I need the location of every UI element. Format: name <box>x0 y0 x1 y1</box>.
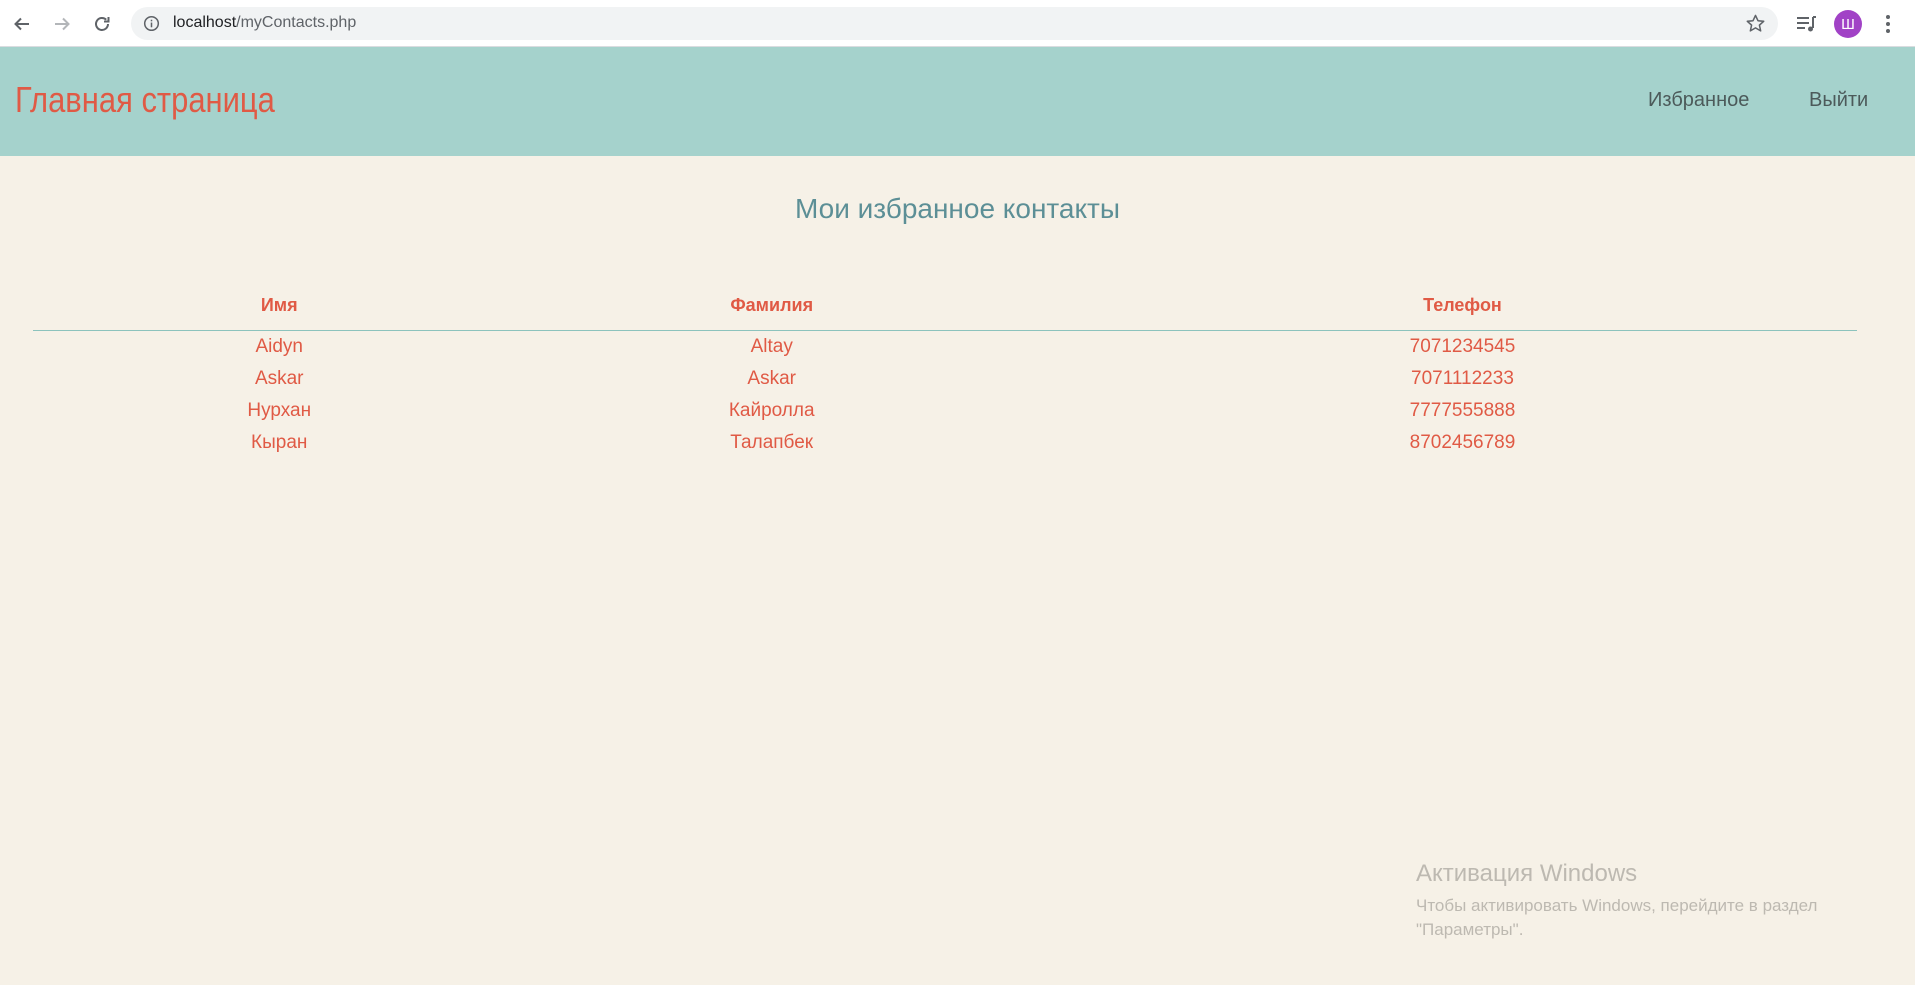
url-host: localhost <box>173 14 237 31</box>
cell-phone: 7071234545 <box>1409 336 1516 357</box>
url-text[interactable]: localhost/myContacts.php <box>173 14 356 32</box>
cell-first-name: Нурхан <box>247 400 312 421</box>
cell-phone: 7777555888 <box>1409 400 1516 421</box>
watermark-title: Активация Windows <box>1416 860 1638 887</box>
back-button[interactable] <box>8 10 36 38</box>
nav-favorites-link[interactable]: Избранное <box>1648 89 1749 112</box>
windows-activation-watermark: Активация Windows Чтобы активировать Win… <box>1416 860 1856 942</box>
reload-icon <box>95 17 110 31</box>
cell-last-name: Кайролла <box>728 400 815 421</box>
nav-logout-link[interactable]: Выйти <box>1809 89 1868 112</box>
column-header-first-name: Имя <box>33 295 526 331</box>
cell-first-name: Кыран <box>251 432 308 453</box>
reload-button[interactable] <box>88 10 116 38</box>
cell-last-name: Askar <box>747 368 796 389</box>
browser-toolbar: localhost/myContacts.php Ш <box>0 0 1915 47</box>
star-icon[interactable] <box>1745 13 1766 34</box>
site-header: Главная страница Избранное Выйти <box>0 47 1915 156</box>
cell-phone: 8702456789 <box>1409 432 1516 453</box>
cell-phone: 7071112233 <box>1411 368 1514 389</box>
table-row: Aidyn Altay 7071234545 <box>33 331 1857 364</box>
forward-button[interactable] <box>48 10 76 38</box>
table-row: Нурхан Кайролла 7777555888 <box>33 395 1857 427</box>
contacts-table: Имя Фамилия Телефон Aidyn Altay 70712345… <box>33 295 1857 459</box>
address-bar[interactable]: localhost/myContacts.php <box>131 7 1778 40</box>
kebab-menu-icon[interactable] <box>1876 12 1900 36</box>
watermark-text: Чтобы активировать Windows, перейдите в … <box>1416 896 1818 939</box>
arrow-left-icon <box>14 17 29 31</box>
column-header-phone: Телефон <box>1017 295 1857 331</box>
cell-last-name: Altay <box>750 336 793 357</box>
info-icon[interactable] <box>143 15 160 32</box>
media-control-icon[interactable] <box>1794 12 1818 36</box>
arrow-right-icon <box>55 17 70 31</box>
cell-first-name: Aidyn <box>255 336 303 357</box>
table-row: Кыран Талапбек 8702456789 <box>33 427 1857 459</box>
cell-last-name: Талапбек <box>730 432 814 453</box>
profile-avatar[interactable]: Ш <box>1834 10 1862 38</box>
url-path: /myContacts.php <box>236 14 357 31</box>
site-title[interactable]: Главная страница <box>15 79 275 121</box>
table-row: Askar Askar 7071112233 <box>33 363 1857 395</box>
page-heading: Мои избранное контакты <box>794 193 1121 224</box>
column-header-last-name: Фамилия <box>525 295 1018 331</box>
table-header-row: Имя Фамилия Телефон <box>33 295 1857 331</box>
cell-first-name: Askar <box>254 368 304 389</box>
